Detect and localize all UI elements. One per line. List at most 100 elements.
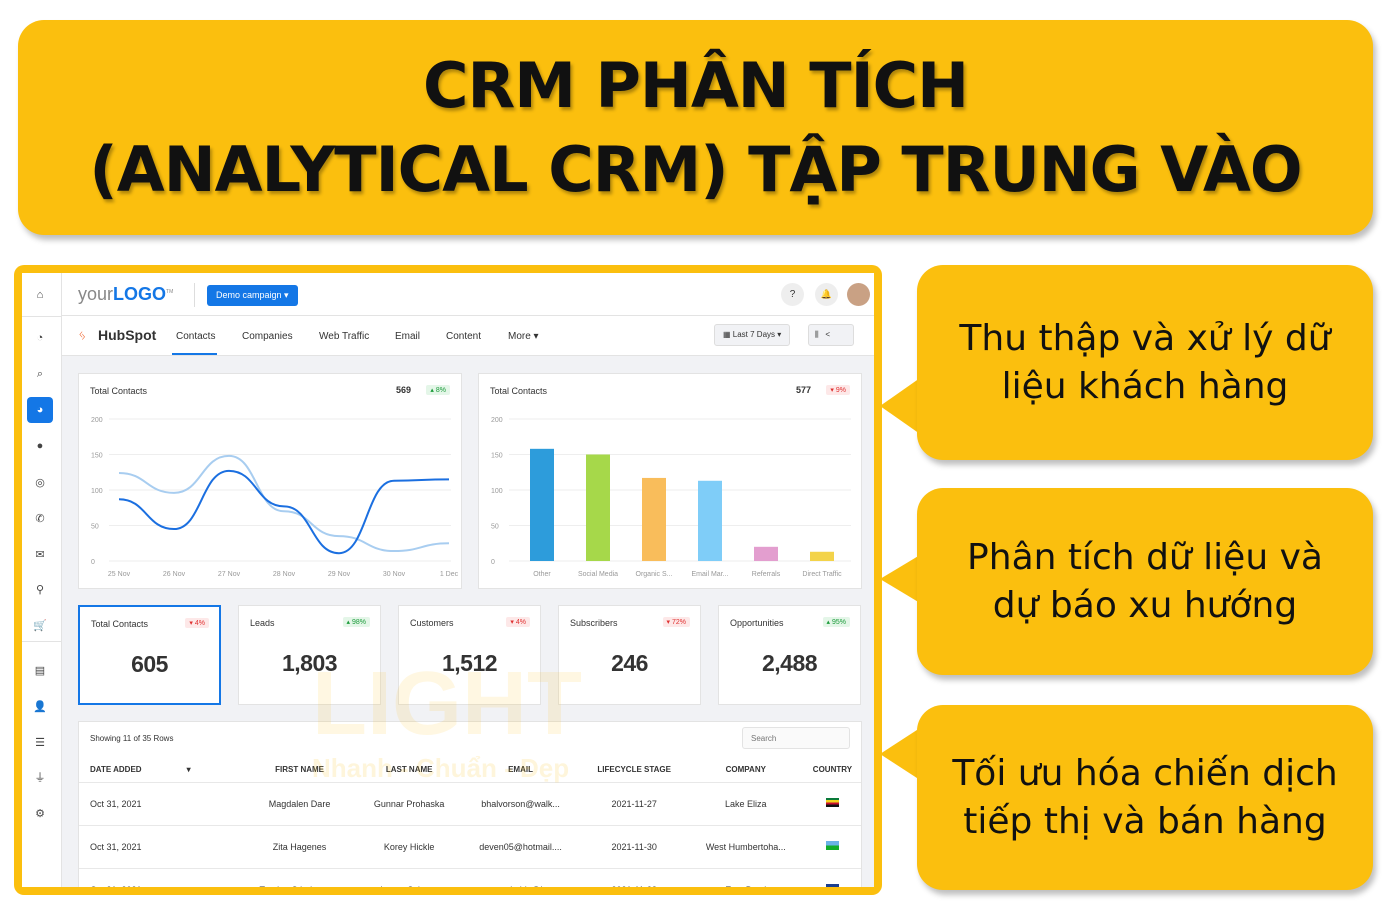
table-row[interactable]: Oct 31, 2021 Magdalen Dare Gunnar Prohaska… — [79, 782, 861, 826]
tab-email[interactable]: Email — [395, 331, 420, 342]
change-badge: ▾ 4% — [185, 618, 209, 628]
bar — [586, 454, 610, 561]
support-icon[interactable]: ◎ — [27, 469, 53, 495]
table-cell: deven05@hotmail.... — [460, 825, 581, 869]
y-tick-label: 50 — [491, 524, 499, 531]
kpi-card[interactable]: Subscribers ▾ 72% 246 — [558, 605, 701, 705]
logo[interactable]: yourLOGOTM — [78, 284, 173, 305]
kpi-card[interactable]: Total Contacts ▾ 4% 605 — [78, 605, 221, 705]
table-cell: 2021-11-28 — [580, 868, 688, 887]
column-header[interactable]: EMAIL — [460, 758, 581, 783]
x-tick-label: 30 Nov — [383, 571, 406, 578]
bar — [530, 448, 554, 561]
bell-icon[interactable]: 🔔 — [815, 283, 838, 306]
tab-content[interactable]: Content — [446, 331, 481, 342]
kpi-value: 1,803 — [281, 650, 338, 676]
title-line-2: (ANALYTICAL CRM) TẬP TRUNG VÀO — [89, 132, 1302, 206]
dashboard-app: ⌂ ◔ ⌕ ◕ ● ◎ ✆ ✉ ⚲ 🛒 ▤ 👤 ☰ ⏚ ⚙ yourLOGOTM Demo campaign… — [22, 273, 874, 887]
user-icon[interactable]: 👤 — [27, 693, 53, 719]
search-icon[interactable]: ⌕ — [27, 361, 53, 387]
kpi-value: 246 — [611, 650, 648, 676]
table-row[interactable]: Oct 31, 2021 Zita Hagenes Korey Hickle deve… — [79, 825, 861, 869]
table-cell: Oct 31, 2021 — [79, 782, 242, 826]
chat-icon[interactable]: ● — [27, 433, 53, 459]
x-tick-label: Direct Traffic — [802, 571, 842, 578]
brand-name: HubSpot — [98, 327, 157, 343]
help-icon[interactable]: ? — [781, 283, 804, 306]
share-icon[interactable]: < — [825, 330, 830, 339]
change-badge: ▴ 98% — [342, 617, 370, 627]
table-row[interactable]: Oct 31, 2021Trevion StiedemannLavon Scho… — [79, 868, 861, 887]
header-label: LIFECYCLE STAGE — [597, 765, 671, 775]
table-cell: cooper.kubic@hot... — [460, 868, 581, 887]
tab-web-traffic[interactable]: Web Traffic — [319, 331, 369, 342]
kpi-value: 1,512 — [441, 650, 498, 676]
date-range-dropdown[interactable]: ▦ Last 7 Days ▾ — [714, 324, 791, 346]
callout-pointer — [880, 378, 920, 434]
toolbar-group: ⫼ < — [808, 324, 854, 346]
home-icon[interactable]: ⌂ — [27, 282, 53, 308]
tab-more[interactable]: More ▾ — [508, 331, 539, 342]
tab-companies[interactable]: Companies — [242, 331, 293, 342]
callout-text: Phân tích dữ liệu và dự báo xu hướng — [967, 536, 1323, 626]
kpi-card[interactable]: Leads ▴ 98% 1,803 — [238, 605, 381, 705]
x-tick-label: Other — [533, 571, 551, 578]
phone-icon[interactable]: ✆ — [27, 505, 53, 531]
pie-chart-icon[interactable]: ◕ — [27, 397, 53, 423]
table-cell: 2021-11-27 — [580, 782, 688, 826]
tab-contacts[interactable]: Contacts — [176, 331, 215, 342]
flag-icon — [825, 841, 839, 850]
kpi-card[interactable]: Customers ▾ 4% 1,512 — [398, 605, 541, 705]
table-cell: Oct 31, 2021 — [79, 825, 242, 869]
y-tick-label: 150 — [91, 453, 103, 460]
plug-icon[interactable]: ⏚ — [27, 764, 53, 790]
x-tick-label: 26 Nov — [163, 571, 186, 578]
change-badge: ▴ 95% — [822, 617, 850, 627]
y-tick-label: 100 — [91, 488, 103, 495]
column-header[interactable]: COMPANY — [687, 758, 804, 783]
table-cell: Lake Eliza — [687, 782, 804, 826]
kpi-value: 605 — [131, 651, 168, 677]
sort-icon[interactable]: ▾ — [187, 765, 191, 774]
x-tick-label: Email Mar... — [692, 571, 729, 578]
x-tick-label: Social Media — [578, 571, 618, 578]
list-icon[interactable]: ☰ — [27, 729, 53, 755]
column-header[interactable]: FIRST NAME — [241, 758, 358, 783]
mail-icon[interactable]: ✉ — [27, 541, 53, 567]
header-label: LAST NAME — [385, 765, 433, 775]
table-cell: Trevion Stiedemann — [241, 868, 358, 887]
kpi-label: Opportunities — [730, 618, 784, 628]
bar — [810, 551, 834, 561]
header-label: DATE ADDED — [90, 765, 142, 775]
calendar-icon: ▦ — [723, 330, 733, 339]
kpi-value: 2,488 — [761, 650, 818, 676]
table-cell: East Boyd — [687, 868, 804, 887]
avatar[interactable] — [847, 283, 870, 306]
table-search-input[interactable] — [742, 727, 850, 749]
campaign-dropdown[interactable]: Demo campaign ▾ — [207, 285, 298, 306]
callout-collect-data: Thu thập và xử lý dữ liệu khách hàng — [917, 265, 1373, 460]
column-header[interactable]: DATE ADDED ▾ — [79, 758, 242, 783]
column-header[interactable]: LIFECYCLE STAGE — [580, 758, 688, 783]
cart-icon[interactable]: 🛒 — [27, 612, 53, 638]
x-tick-label: 29 Nov — [328, 571, 351, 578]
y-tick-label: 0 — [491, 559, 495, 566]
top-bar: yourLOGOTM Demo campaign ▾ ? 🔔 — [62, 273, 874, 316]
column-header[interactable]: LAST NAME — [357, 758, 461, 783]
sidebar-divider — [22, 641, 62, 642]
gear-icon[interactable]: ⚙ — [27, 800, 53, 826]
logo-bold: LOGO — [113, 284, 167, 304]
columns-icon[interactable]: ⫼ — [815, 330, 819, 339]
table-cell: Lavon Schoen — [357, 868, 461, 887]
dashboard-screenshot-frame: ⌂ ◔ ⌕ ◕ ● ◎ ✆ ✉ ⚲ 🛒 ▤ 👤 ☰ ⏚ ⚙ yourLOGOTM Demo campaign… — [14, 265, 882, 895]
document-icon[interactable]: ▤ — [27, 657, 53, 683]
dashboard-icon[interactable]: ◔ — [27, 325, 53, 351]
location-icon[interactable]: ⚲ — [27, 576, 53, 602]
country-flag-cell — [803, 825, 861, 869]
title-banner: CRM PHÂN TÍCH (ANALYTICAL CRM) TẬP TRUNG… — [18, 20, 1373, 235]
column-header[interactable]: COUNTRY — [803, 758, 861, 783]
x-tick-label: Organic S... — [636, 571, 673, 578]
kpi-card[interactable]: Opportunities ▴ 95% 2,488 — [718, 605, 861, 705]
table-cell: bhalvorson@walk... — [460, 782, 581, 826]
x-tick-label: 27 Nov — [218, 571, 241, 578]
